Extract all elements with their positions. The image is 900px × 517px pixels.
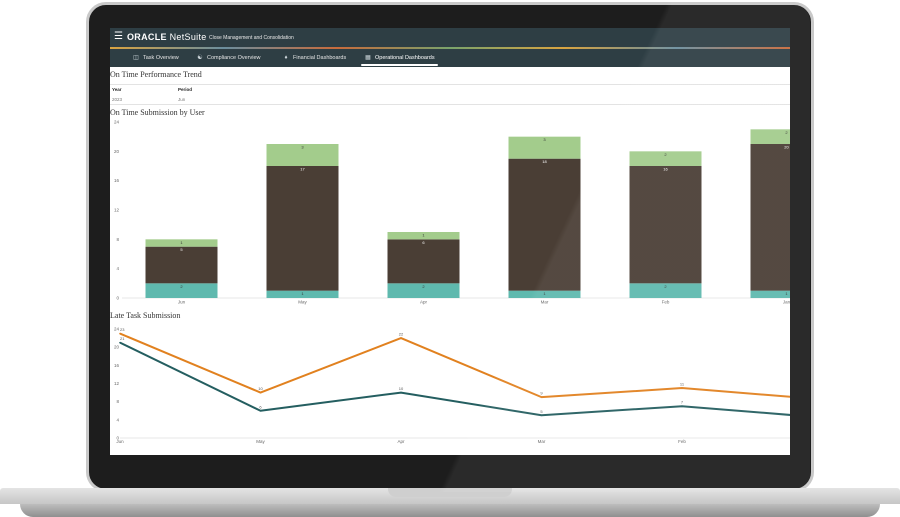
panel-icon: ◫ bbox=[133, 55, 139, 61]
x-tick-label: Mar bbox=[541, 300, 549, 305]
laptop-base bbox=[0, 488, 900, 517]
data-label: 16 bbox=[663, 167, 668, 172]
data-label: 18 bbox=[542, 159, 547, 164]
data-label: 7 bbox=[681, 400, 684, 405]
data-label: 10 bbox=[258, 386, 263, 391]
y-tick-label: 8 bbox=[116, 399, 119, 404]
data-point bbox=[259, 391, 262, 394]
laptop-lip bbox=[20, 504, 880, 517]
tab-financial-dashboards[interactable]: ♦ Financial Dashboards bbox=[282, 49, 346, 67]
tab-label: Operational Dashboards bbox=[375, 55, 435, 61]
year-value: 2023 bbox=[112, 97, 123, 102]
y-tick-label: 12 bbox=[114, 208, 120, 213]
bar-segment bbox=[266, 166, 339, 291]
tab-label: Compliance Overview bbox=[207, 55, 261, 61]
bar-segment bbox=[750, 144, 790, 291]
top-bar: ☰ ORACLE NetSuite Close Management and C… bbox=[110, 28, 790, 48]
data-label: 22 bbox=[399, 332, 404, 337]
series-line bbox=[119, 332, 790, 399]
data-point bbox=[400, 337, 402, 339]
x-tick-label: Jun bbox=[178, 300, 186, 305]
bar-segment bbox=[750, 129, 790, 144]
bar-segment bbox=[629, 166, 702, 284]
bar-chart-title: On Time Submission by User bbox=[110, 108, 205, 117]
y-tick-label: 4 bbox=[116, 266, 119, 271]
x-tick-label: Mar bbox=[538, 439, 546, 444]
divider bbox=[110, 104, 790, 105]
y-tick-label: 16 bbox=[114, 178, 120, 183]
bar-segment bbox=[750, 290, 790, 298]
y-tick-label: 0 bbox=[116, 296, 119, 301]
line-chart-title: Late Task Submission bbox=[110, 311, 181, 320]
data-point bbox=[540, 396, 543, 398]
data-label: 11 bbox=[680, 382, 685, 387]
data-label: 23 bbox=[120, 327, 125, 332]
active-tab-indicator bbox=[361, 64, 438, 66]
data-point bbox=[119, 341, 121, 344]
x-tick-label: Jun bbox=[116, 439, 124, 444]
data-point bbox=[400, 391, 402, 394]
nav-tabs: ◫ Task Overview ☯ Compliance Overview ♦ Fin… bbox=[110, 49, 790, 67]
data-label: 17 bbox=[300, 167, 305, 172]
bag-icon: ♦ bbox=[284, 55, 288, 61]
y-tick-label: 20 bbox=[114, 149, 120, 154]
y-tick-label: 16 bbox=[114, 363, 120, 368]
tab-operational-dashboards[interactable]: ▦ Operational Dashboards bbox=[361, 49, 438, 67]
people-icon: ☯ bbox=[197, 55, 203, 61]
tab-label: Task Overview bbox=[143, 55, 179, 61]
data-label: 21 bbox=[120, 336, 125, 341]
x-tick-label: May bbox=[256, 439, 265, 444]
data-point bbox=[259, 409, 262, 412]
data-point bbox=[119, 332, 121, 335]
y-tick-label: 8 bbox=[116, 237, 119, 242]
tab-compliance-overview[interactable]: ☯ Compliance Overview bbox=[196, 49, 261, 67]
period-header: Period bbox=[178, 87, 193, 92]
x-tick-label: May bbox=[298, 300, 307, 305]
bar-chart: 04812162024251Jun1173May261Apr1183Mar216… bbox=[114, 120, 790, 305]
divider bbox=[110, 84, 790, 85]
x-tick-label: Jan bbox=[783, 300, 790, 305]
data-label: 10 bbox=[399, 386, 404, 391]
year-header: Year bbox=[112, 87, 122, 92]
data-point bbox=[540, 414, 543, 417]
hamburger-icon[interactable]: ☰ bbox=[114, 32, 123, 42]
data-label: 5 bbox=[540, 409, 543, 414]
y-tick-label: 4 bbox=[116, 417, 119, 422]
dashboard-content: On Time Performance Trend Year Period 20… bbox=[110, 67, 790, 455]
app-name: Close Management and Consolidation bbox=[209, 35, 294, 41]
app-screen: ☰ ORACLE NetSuite Close Management and C… bbox=[110, 28, 790, 455]
period-value: Jun bbox=[178, 97, 186, 102]
data-label: 6 bbox=[259, 404, 262, 409]
x-tick-label: Apr bbox=[420, 300, 428, 305]
y-tick-label: 12 bbox=[114, 381, 120, 386]
brand-logo[interactable]: ORACLE NetSuite bbox=[127, 32, 207, 43]
series-line bbox=[119, 341, 790, 417]
bar-segment bbox=[387, 239, 460, 284]
data-label: 9 bbox=[540, 391, 543, 396]
bar-segment bbox=[508, 158, 581, 291]
data-point bbox=[681, 387, 683, 389]
line-chart: 04812162024 2310229112161057Jun May Apr Mar F… bbox=[114, 327, 790, 444]
y-tick-label: 24 bbox=[114, 120, 120, 125]
data-point bbox=[681, 405, 683, 408]
tab-label: Financial Dashboards bbox=[293, 55, 347, 61]
x-tick-label: Feb bbox=[662, 300, 670, 305]
x-tick-label: Apr bbox=[397, 439, 405, 444]
laptop-notch bbox=[388, 488, 512, 497]
laptop-frame: ☰ ORACLE NetSuite Close Management and C… bbox=[0, 0, 900, 517]
x-tick-label: Feb bbox=[678, 439, 686, 444]
performance-title: On Time Performance Trend bbox=[110, 70, 202, 79]
y-tick-label: 20 bbox=[114, 345, 120, 350]
y-tick-label: 24 bbox=[114, 327, 120, 332]
data-label: 20 bbox=[784, 145, 789, 150]
tab-task-overview[interactable]: ◫ Task Overview bbox=[132, 49, 179, 67]
